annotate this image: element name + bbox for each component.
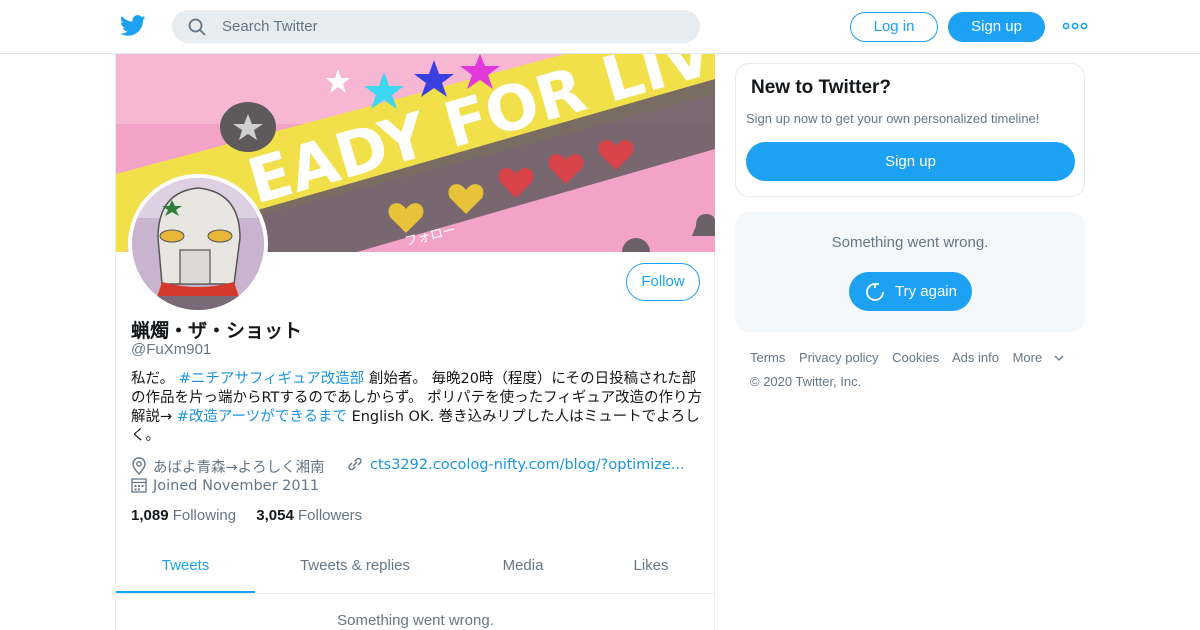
profile-joined-date: Joined November 2011 [153, 478, 320, 494]
profile-website-link[interactable]: cts3292.cocolog-nifty.com/blog/?optimize… [370, 457, 685, 473]
profile-display-name: 蝋燭・ザ・ショット [131, 320, 303, 342]
profile-bio: 私だ。 #ニチアサフィギュア改造部 創始者。 毎晩20時（程度）にその日投稿され… [131, 370, 703, 446]
followers-label: Followers [297, 507, 363, 524]
following-label: Following [172, 507, 237, 524]
search-icon [188, 18, 206, 36]
footer-more-label: More [1012, 350, 1043, 365]
profile-joined-row: Joined November 2011 [131, 477, 319, 494]
location-pin-icon [132, 457, 146, 475]
search-input[interactable] [222, 10, 682, 43]
more-options-icon[interactable] [1062, 18, 1088, 34]
new-to-twitter-subtitle: Sign up now to get your own personalized… [746, 111, 1040, 126]
twitter-logo-icon[interactable] [120, 14, 146, 38]
profile-tabs: Tweets Tweets & replies Media Likes [116, 545, 715, 594]
try-again-button[interactable]: Try again [849, 272, 972, 311]
followers-stat[interactable]: 3,054 Followers [256, 507, 362, 524]
footer: Terms Privacy policy Cookies Ads info Mo… [750, 350, 1090, 389]
footer-link-privacy[interactable]: Privacy policy [799, 350, 878, 365]
following-count: 1,089 [131, 507, 169, 524]
tab-likes[interactable]: Likes [591, 545, 711, 593]
bio-text-1: 私だ。 [131, 371, 179, 387]
tab-media[interactable]: Media [455, 545, 591, 593]
try-again-label: Try again [895, 283, 957, 300]
profile-stats: 1,089 Following 3,054 Followers [131, 507, 362, 524]
sidebar-sign-up-button[interactable]: Sign up [746, 142, 1075, 181]
profile-website-row[interactable]: cts3292.cocolog-nifty.com/blog/?optimize… [346, 456, 685, 473]
timeline-error-message: Something went wrong. [337, 612, 494, 629]
chevron-down-icon [1054, 355, 1064, 361]
following-stat[interactable]: 1,089 Following [131, 507, 236, 524]
sidebar-error-card: Something went wrong. Try again [735, 212, 1085, 332]
profile-location: あばよ青森→よろしく湘南 [153, 460, 325, 476]
new-to-twitter-card: New to Twitter? Sign up now to get your … [735, 63, 1085, 197]
footer-link-terms[interactable]: Terms [750, 350, 785, 365]
followers-count: 3,054 [256, 507, 294, 524]
avatar-artwork [132, 178, 264, 310]
bio-hashtag-link[interactable]: #ニチアサフィギュア改造部 [179, 371, 365, 387]
profile-handle: @FuXm901 [131, 341, 212, 358]
top-navigation-bar: Log in Sign up [0, 0, 1200, 54]
sidebar-error-message: Something went wrong. [831, 234, 989, 251]
profile-column: EADY FOR LIVE フォロー Follow 蝋燭・ザ・ショット @FuX… [115, 54, 715, 630]
follow-button[interactable]: Follow [626, 263, 700, 301]
footer-link-more[interactable]: More [1013, 350, 1065, 365]
profile-avatar[interactable] [128, 174, 268, 314]
footer-copyright: © 2020 Twitter, Inc. [750, 374, 862, 389]
sign-up-button[interactable]: Sign up [948, 12, 1045, 42]
tab-tweets-and-replies[interactable]: Tweets & replies [255, 545, 455, 593]
footer-links: Terms Privacy policy Cookies Ads info Mo… [750, 350, 1090, 365]
refresh-icon [866, 283, 884, 301]
tab-tweets[interactable]: Tweets [116, 545, 255, 593]
new-to-twitter-title: New to Twitter? [751, 77, 892, 98]
footer-link-cookies[interactable]: Cookies [892, 350, 939, 365]
link-icon [348, 457, 362, 471]
bio-hashtag-link[interactable]: #改造アーツができるまで [177, 409, 347, 425]
calendar-icon [131, 478, 147, 493]
profile-location-row: あばよ青森→よろしく湘南 [131, 456, 325, 477]
log-in-button[interactable]: Log in [850, 12, 938, 42]
footer-link-ads-info[interactable]: Ads info [952, 350, 999, 365]
search-box[interactable] [172, 10, 700, 43]
